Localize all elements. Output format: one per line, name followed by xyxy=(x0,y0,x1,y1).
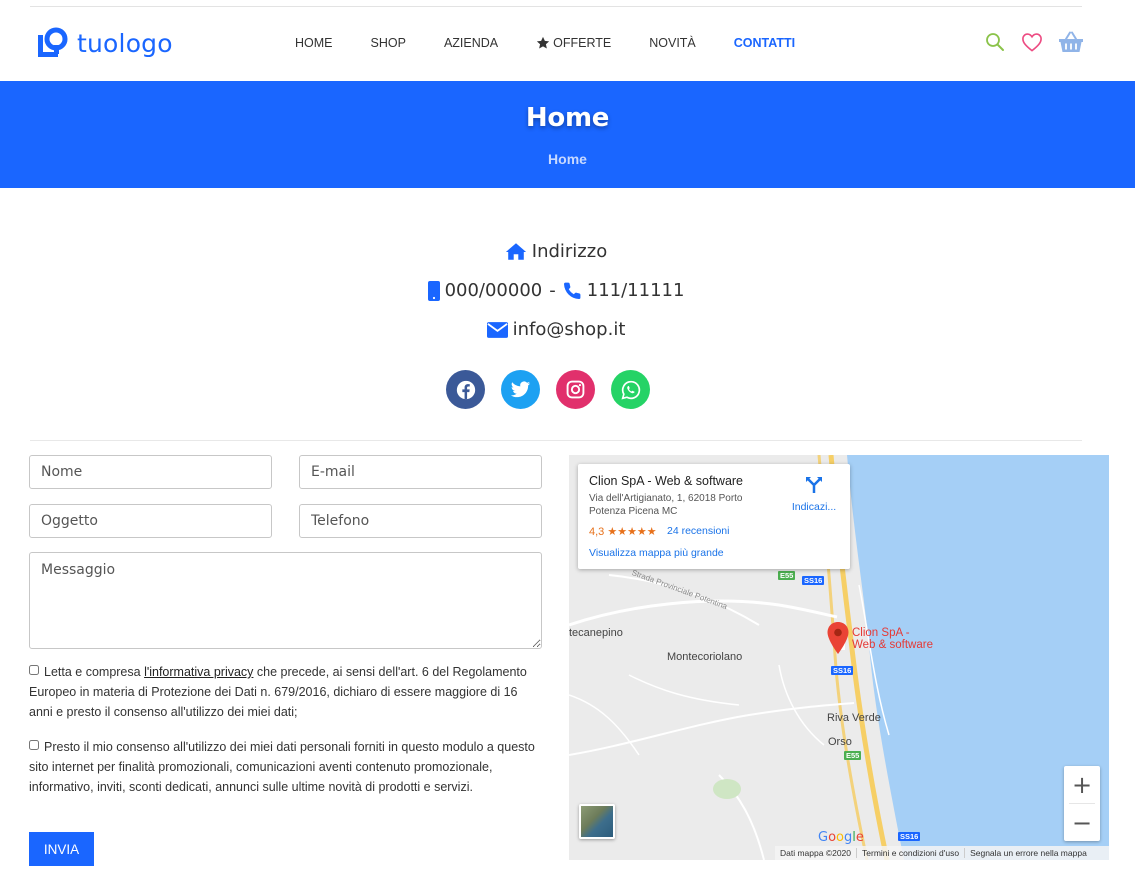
phone-number[interactable]: 111/11111 xyxy=(587,280,685,301)
star-icon xyxy=(537,36,550,49)
contact-info: Indirizzo 000/00000 - 111/11111 info@sho… xyxy=(0,232,1112,349)
place-title: Clion SpA - Web & software xyxy=(589,474,744,488)
mobile-icon xyxy=(427,280,440,301)
directions-button[interactable]: Indicazi... xyxy=(784,476,844,513)
section-divider xyxy=(30,440,1082,441)
subject-field[interactable] xyxy=(29,504,272,538)
email-address[interactable]: info@shop.it xyxy=(513,319,626,340)
phone-row: 000/00000 - 111/11111 xyxy=(0,271,1112,310)
map-footer: Dati mappa ©2020 Termini e condizioni d'… xyxy=(775,846,1109,860)
map-embed[interactable]: Montecoriolano Riva Verde Orso tecanepin… xyxy=(569,455,1109,860)
marketing-consent-text: Presto il mio consenso all'utilizzo dei … xyxy=(29,740,535,794)
marketing-consent: Presto il mio consenso all'utilizzo dei … xyxy=(29,737,544,797)
satellite-toggle[interactable] xyxy=(579,804,615,839)
nav-offerte[interactable]: OFFERTE xyxy=(536,36,611,50)
site-header: tuologo HOME SHOP AZIENDA OFFERTE NOVITÀ… xyxy=(0,7,1135,81)
road-badge-ss16: SS16 xyxy=(802,576,825,585)
address-text: Indirizzo xyxy=(531,241,608,262)
phone-field[interactable] xyxy=(299,504,542,538)
main-nav: HOME SHOP AZIENDA OFFERTE NOVITÀ CONTATT… xyxy=(295,36,833,50)
zoom-in-button[interactable]: + xyxy=(1064,766,1100,803)
logo-icon xyxy=(36,27,68,59)
map-data-credit: Dati mappa ©2020 xyxy=(775,848,858,858)
privacy-consent: Letta e compresa l'informativa privacy c… xyxy=(29,662,544,722)
place-card: Clion SpA - Web & software Via dell'Arti… xyxy=(578,464,850,569)
home-icon xyxy=(505,243,526,260)
search-icon[interactable] xyxy=(985,32,1005,52)
nav-home[interactable]: HOME xyxy=(295,36,333,50)
road-badge-e55-2: E55 xyxy=(844,751,862,760)
logo-text: tuologo xyxy=(77,28,173,58)
road-badge-ss16-2: SS16 xyxy=(831,666,854,675)
place-rating: 4,3 ★★★★★ xyxy=(589,526,657,538)
marketing-checkbox[interactable] xyxy=(29,740,39,750)
map-pin-icon[interactable] xyxy=(826,621,850,655)
page-banner: Home Home xyxy=(0,81,1135,188)
phone-icon xyxy=(563,282,581,299)
nav-contatti[interactable]: CONTATTI xyxy=(734,36,795,50)
logo[interactable]: tuologo xyxy=(36,27,173,59)
place-address: Via dell'Artigianato, 1, 62018 Porto Pot… xyxy=(589,493,743,517)
breadcrumb[interactable]: Home xyxy=(0,151,1135,167)
heart-icon[interactable] xyxy=(1021,32,1043,52)
message-field[interactable] xyxy=(29,552,542,649)
header-actions xyxy=(985,31,1084,53)
pin-label-line-1: Clion SpA - xyxy=(852,627,910,639)
page-title: Home xyxy=(525,103,610,133)
pin-label-line-2: Web & software xyxy=(852,639,933,651)
directions-icon xyxy=(806,477,822,493)
social-links xyxy=(446,370,666,409)
nav-novita[interactable]: NOVITÀ xyxy=(649,36,696,50)
zoom-controls: + − xyxy=(1064,766,1100,841)
place-orso: Orso xyxy=(828,736,852,748)
place-tecanepino: tecanepino xyxy=(569,627,623,639)
facebook-icon[interactable] xyxy=(446,370,485,409)
address-row: Indirizzo xyxy=(0,232,1112,271)
basket-icon[interactable] xyxy=(1058,31,1084,53)
place-riva-verde: Riva Verde xyxy=(827,712,881,724)
envelope-icon xyxy=(486,321,508,338)
pin-label: Clion SpA - Web & software xyxy=(852,627,933,651)
privacy-policy-link[interactable]: l'informativa privacy xyxy=(144,665,253,679)
instagram-icon[interactable] xyxy=(556,370,595,409)
map-terms-link[interactable]: Termini e condizioni d'uso xyxy=(857,848,966,858)
email-row: info@shop.it xyxy=(0,310,1112,349)
email-field[interactable] xyxy=(299,455,542,489)
mobile-number[interactable]: 000/00000 xyxy=(445,280,543,301)
google-logo: Google xyxy=(818,830,864,845)
name-field[interactable] xyxy=(29,455,272,489)
place-montecoriolano: Montecoriolano xyxy=(667,651,743,663)
privacy-consent-pre: Letta e compresa xyxy=(44,665,145,679)
twitter-icon[interactable] xyxy=(501,370,540,409)
nav-offerte-label: OFFERTE xyxy=(553,36,612,50)
reviews-link[interactable]: 24 recensioni xyxy=(667,525,729,537)
directions-label: Indicazi... xyxy=(791,501,837,513)
zoom-out-button[interactable]: − xyxy=(1064,804,1100,841)
submit-button[interactable]: INVIA xyxy=(29,832,94,866)
road-badge-e55: E55 xyxy=(778,571,796,580)
larger-map-link[interactable]: Visualizza mappa più grande xyxy=(589,547,724,559)
phone-separator: - xyxy=(549,280,556,301)
road-badge-ss16-3: SS16 xyxy=(898,832,921,841)
whatsapp-icon[interactable] xyxy=(611,370,650,409)
nav-shop[interactable]: SHOP xyxy=(371,36,406,50)
nav-azienda[interactable]: AZIENDA xyxy=(444,36,498,50)
map-report-link[interactable]: Segnala un errore nella mappa xyxy=(965,848,1092,858)
privacy-checkbox[interactable] xyxy=(29,665,39,675)
